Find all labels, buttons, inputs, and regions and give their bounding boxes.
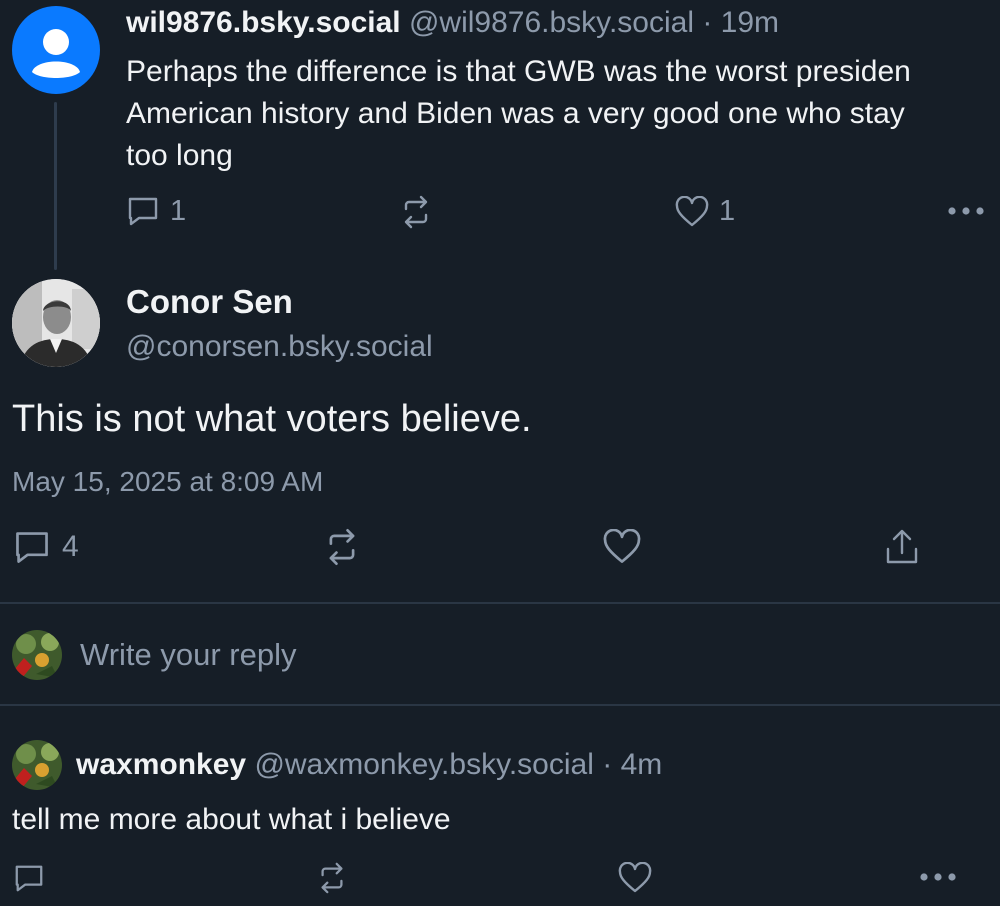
- more-icon: [948, 207, 984, 215]
- parent-reply-button[interactable]: 1: [126, 194, 186, 228]
- avatar-image: [12, 630, 62, 680]
- parent-like-count: 1: [719, 195, 736, 227]
- main-repost-button[interactable]: [322, 528, 362, 566]
- heart-icon: [603, 529, 641, 563]
- reply-more-button[interactable]: [918, 870, 958, 889]
- parent-post-age[interactable]: 19m: [721, 6, 779, 39]
- reply-post-text: tell me more about what i believe: [12, 803, 451, 836]
- reply-post-header: waxmonkey @waxmonkey.bsky.social · 4m: [76, 744, 662, 786]
- parent-text-line: Perhaps the difference is that GWB was t…: [126, 55, 911, 88]
- parent-text-line: American history and Biden was a very go…: [126, 97, 905, 130]
- repost-icon: [329, 528, 355, 565]
- reply-author-avatar[interactable]: [12, 740, 62, 790]
- comment-icon: [16, 532, 48, 563]
- author-photo: [12, 279, 100, 367]
- parent-post-text: Perhaps the difference is that GWB was t…: [126, 51, 1000, 177]
- share-icon: [886, 529, 918, 564]
- repost-icon: [404, 195, 428, 229]
- comment-icon: [128, 197, 158, 226]
- current-user-avatar[interactable]: [12, 630, 62, 680]
- section-divider: [0, 602, 1000, 604]
- parent-like-button[interactable]: 1: [675, 195, 735, 228]
- main-share-button[interactable]: [882, 527, 922, 567]
- more-icon: [920, 873, 956, 881]
- heart-icon: [618, 862, 652, 893]
- reply-repost-button[interactable]: [314, 862, 350, 894]
- comment-icon: [15, 865, 43, 892]
- reply-post-age[interactable]: 4m: [621, 748, 663, 781]
- reply-like-button[interactable]: [618, 862, 652, 894]
- person-icon: [32, 29, 80, 78]
- main-post-text: This is not what voters believe.: [12, 398, 532, 440]
- parent-author-avatar[interactable]: [12, 6, 100, 94]
- heart-icon: [675, 195, 709, 226]
- reply-reply-button[interactable]: [12, 862, 46, 894]
- reply-input[interactable]: Write your reply: [80, 634, 297, 676]
- header-separator: ·: [602, 748, 613, 781]
- main-author-handle[interactable]: @conorsen.bsky.social: [126, 326, 433, 368]
- reply-author-handle[interactable]: @waxmonkey.bsky.social: [254, 748, 593, 781]
- avatar-image: [12, 740, 62, 790]
- parent-author-name[interactable]: wil9876.bsky.social: [126, 6, 401, 39]
- parent-more-button[interactable]: [946, 204, 986, 223]
- header-separator: ·: [702, 6, 713, 39]
- main-author-avatar[interactable]: [12, 279, 100, 367]
- main-like-button[interactable]: [602, 529, 642, 565]
- section-divider: [0, 704, 1000, 706]
- main-reply-button[interactable]: 4: [12, 528, 79, 566]
- repost-icon: [321, 862, 343, 894]
- reply-author-name[interactable]: waxmonkey: [76, 748, 246, 781]
- parent-repost-button[interactable]: [398, 195, 434, 229]
- parent-post-header: wil9876.bsky.social @wil9876.bsky.social…: [126, 2, 779, 44]
- parent-author-handle[interactable]: @wil9876.bsky.social: [409, 6, 694, 39]
- thread-connector-line: [54, 102, 57, 270]
- main-author-name[interactable]: Conor Sen: [126, 280, 293, 324]
- main-post-timestamp: May 15, 2025 at 8:09 AM: [12, 466, 324, 497]
- parent-reply-count: 1: [170, 194, 187, 227]
- main-reply-count: 4: [62, 530, 79, 563]
- parent-text-line: too long: [126, 139, 233, 172]
